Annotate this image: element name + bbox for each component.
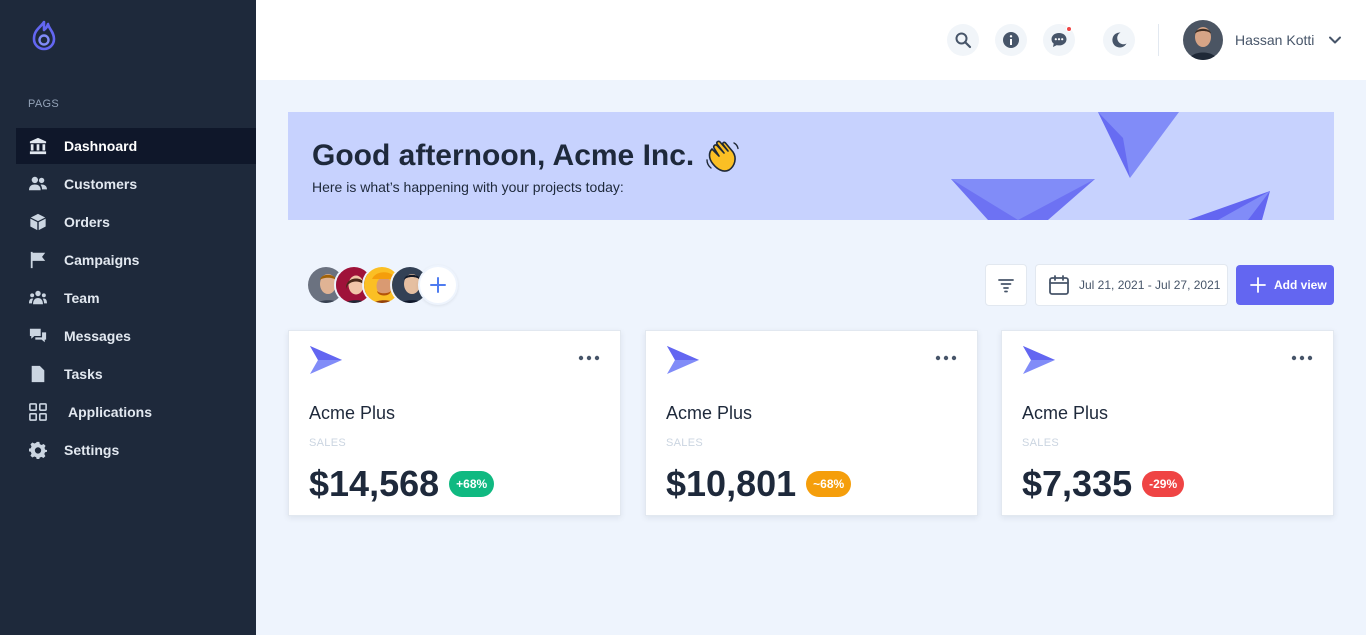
status-badge: +68%	[449, 471, 495, 497]
card-amount-row: $14,568 +68%	[309, 463, 495, 505]
card-label: SALES	[309, 437, 346, 449]
banner-subtitle: Here is what’s happening with your proje…	[312, 179, 624, 195]
card-title: Acme Plus	[309, 403, 396, 423]
search-icon	[955, 32, 972, 49]
banner-title-text: Good afternoon, Acme Inc.	[312, 139, 695, 172]
paper-plane-icon	[667, 346, 699, 374]
sidebar-item-label: Orders	[64, 214, 110, 230]
team-icon	[28, 288, 48, 308]
sidebar-item-label: Messages	[64, 328, 131, 344]
more-options-icon[interactable]	[578, 353, 600, 363]
sidebar-item-settings[interactable]: Settings	[16, 432, 256, 468]
top-header: Hassan Kotti	[256, 0, 1366, 80]
add-member-button[interactable]	[418, 265, 458, 305]
card-amount: $14,568	[309, 463, 440, 504]
team-avatars	[306, 265, 458, 305]
welcome-banner: Good afternoon, Acme Inc. Here is what’s…	[288, 112, 1334, 220]
date-range-picker[interactable]: Jul 21, 2021 - Jul 27, 2021	[1035, 264, 1228, 306]
plus-icon	[1250, 277, 1266, 293]
chat-icon	[28, 326, 48, 346]
chevron-down-icon	[1329, 36, 1342, 44]
sidebar-item-team[interactable]: Team	[16, 280, 256, 316]
sales-card: Acme Plus SALES $7,335 -29%	[1001, 330, 1334, 516]
sidebar-item-label: Dashnoard	[64, 138, 138, 154]
bank-icon	[28, 136, 48, 156]
logo-icon[interactable]	[26, 18, 62, 54]
more-options-icon[interactable]	[1291, 353, 1313, 363]
status-badge: ~68%	[806, 471, 852, 497]
sales-card: Acme Plus SALES $14,568 +68%	[288, 330, 621, 516]
plus-icon	[430, 277, 446, 293]
card-label: SALES	[1022, 437, 1059, 449]
sidebar-item-label: Tasks	[64, 366, 103, 382]
users-icon	[28, 174, 48, 194]
sidebar-item-customers[interactable]: Customers	[16, 166, 256, 202]
sidebar-item-label: Customers	[64, 176, 138, 192]
sidebar-item-campaigns[interactable]: Campaigns	[16, 242, 256, 278]
grid-icon	[28, 402, 48, 422]
sidebar-item-dashboard[interactable]: Dashnoard	[16, 128, 256, 164]
info-button[interactable]	[995, 24, 1027, 56]
sidebar: PAGS Dashnoard Customers Orders Campaign…	[0, 0, 256, 635]
sidebar-item-label: Settings	[64, 442, 120, 458]
paper-plane-icon	[1023, 346, 1055, 374]
user-name: Hassan Kotti	[1235, 32, 1315, 48]
notification-dot	[1066, 26, 1072, 32]
section-label: PAGS	[28, 98, 59, 110]
sidebar-item-label: Applications	[68, 404, 153, 420]
page-title: Good afternoon, Acme Inc.	[312, 138, 740, 174]
sidebar-item-tasks[interactable]: Tasks	[16, 356, 256, 392]
date-range-text: Jul 21, 2021 - Jul 27, 2021	[1079, 278, 1221, 292]
sidebar-item-label: Team	[64, 290, 100, 306]
filter-icon	[998, 279, 1014, 293]
moon-icon	[1112, 32, 1127, 48]
status-badge: -29%	[1142, 471, 1185, 497]
card-amount-row: $10,801 ~68%	[666, 463, 852, 505]
chat-bubble-icon	[1051, 33, 1067, 47]
avatar	[1183, 20, 1223, 60]
user-menu[interactable]: Hassan Kotti	[1183, 20, 1342, 60]
calendar-icon	[1049, 275, 1069, 295]
card-title: Acme Plus	[1022, 403, 1109, 423]
info-icon	[1003, 32, 1019, 48]
add-view-label: Add view	[1274, 278, 1327, 292]
sidebar-item-orders[interactable]: Orders	[16, 204, 256, 240]
card-amount-row: $7,335 -29%	[1022, 463, 1185, 505]
gear-icon	[28, 440, 48, 460]
header-divider	[1158, 24, 1159, 56]
sales-card: Acme Plus SALES $10,801 ~68%	[645, 330, 978, 516]
card-amount: $10,801	[666, 463, 797, 504]
sidebar-item-label: Campaigns	[64, 252, 140, 268]
waving-hand-icon	[706, 140, 739, 172]
flag-icon	[28, 250, 48, 270]
box-icon	[28, 212, 48, 232]
sidebar-item-applications[interactable]: Applications	[16, 394, 256, 430]
more-options-icon[interactable]	[935, 353, 957, 363]
card-title: Acme Plus	[666, 403, 753, 423]
add-view-button[interactable]: Add view	[1236, 265, 1334, 305]
filter-button[interactable]	[985, 264, 1027, 306]
dark-mode-toggle[interactable]	[1103, 24, 1135, 56]
card-amount: $7,335	[1022, 463, 1133, 504]
messages-button[interactable]	[1043, 24, 1075, 56]
sidebar-item-messages[interactable]: Messages	[16, 318, 256, 354]
search-button[interactable]	[947, 24, 979, 56]
sidebar-nav: Dashnoard Customers Orders Campaigns Tea…	[16, 128, 256, 470]
paper-plane-icon	[310, 346, 342, 374]
card-label: SALES	[666, 437, 703, 449]
document-icon	[28, 364, 48, 384]
